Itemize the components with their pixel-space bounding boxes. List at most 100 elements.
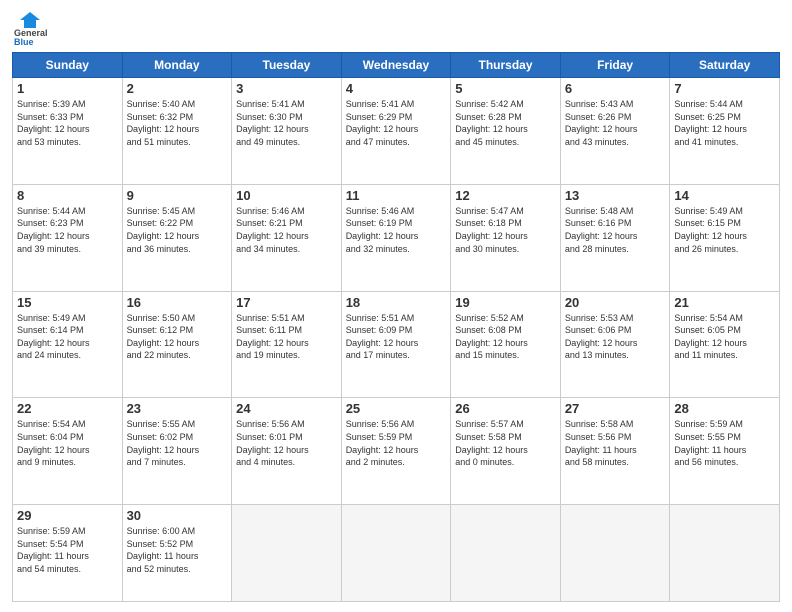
day-number: 19 [455, 295, 556, 310]
day-info: Sunrise: 5:58 AM Sunset: 5:56 PM Dayligh… [565, 418, 666, 468]
calendar-cell: 28 Sunrise: 5:59 AM Sunset: 5:55 PM Dayli… [670, 398, 780, 505]
calendar-cell [232, 505, 342, 602]
day-info: Sunrise: 5:46 AM Sunset: 6:19 PM Dayligh… [346, 205, 447, 255]
header: General Blue [12, 10, 780, 46]
day-number: 3 [236, 81, 337, 96]
day-number: 2 [127, 81, 228, 96]
day-number: 4 [346, 81, 447, 96]
day-number: 16 [127, 295, 228, 310]
day-header-friday: Friday [560, 53, 670, 78]
day-number: 15 [17, 295, 118, 310]
day-info: Sunrise: 5:54 AM Sunset: 6:05 PM Dayligh… [674, 312, 775, 362]
day-number: 1 [17, 81, 118, 96]
day-info: Sunrise: 5:40 AM Sunset: 6:32 PM Dayligh… [127, 98, 228, 148]
day-header-wednesday: Wednesday [341, 53, 451, 78]
day-info: Sunrise: 5:54 AM Sunset: 6:04 PM Dayligh… [17, 418, 118, 468]
day-header-tuesday: Tuesday [232, 53, 342, 78]
day-info: Sunrise: 5:59 AM Sunset: 5:54 PM Dayligh… [17, 525, 118, 575]
day-info: Sunrise: 5:42 AM Sunset: 6:28 PM Dayligh… [455, 98, 556, 148]
day-info: Sunrise: 5:47 AM Sunset: 6:18 PM Dayligh… [455, 205, 556, 255]
day-number: 22 [17, 401, 118, 416]
day-number: 9 [127, 188, 228, 203]
day-number: 13 [565, 188, 666, 203]
day-info: Sunrise: 5:45 AM Sunset: 6:22 PM Dayligh… [127, 205, 228, 255]
calendar-cell: 14 Sunrise: 5:49 AM Sunset: 6:15 PM Dayli… [670, 184, 780, 291]
day-info: Sunrise: 5:51 AM Sunset: 6:09 PM Dayligh… [346, 312, 447, 362]
calendar-cell: 2 Sunrise: 5:40 AM Sunset: 6:32 PM Daylig… [122, 78, 232, 185]
calendar-cell: 25Sunrise: 5:56 AM Sunset: 5:59 PM Dayli… [341, 398, 451, 505]
calendar-cell: 8 Sunrise: 5:44 AM Sunset: 6:23 PM Daylig… [13, 184, 123, 291]
calendar-cell: 21 Sunrise: 5:54 AM Sunset: 6:05 PM Dayli… [670, 291, 780, 398]
calendar-cell: 11Sunrise: 5:46 AM Sunset: 6:19 PM Dayli… [341, 184, 451, 291]
day-info: Sunrise: 5:49 AM Sunset: 6:15 PM Dayligh… [674, 205, 775, 255]
day-info: Sunrise: 5:44 AM Sunset: 6:25 PM Dayligh… [674, 98, 775, 148]
day-info: Sunrise: 5:43 AM Sunset: 6:26 PM Dayligh… [565, 98, 666, 148]
day-number: 29 [17, 508, 118, 523]
day-number: 14 [674, 188, 775, 203]
calendar-cell: 1 Sunrise: 5:39 AM Sunset: 6:33 PM Daylig… [13, 78, 123, 185]
day-info: Sunrise: 5:52 AM Sunset: 6:08 PM Dayligh… [455, 312, 556, 362]
logo: General Blue [12, 10, 48, 46]
day-info: Sunrise: 5:48 AM Sunset: 6:16 PM Dayligh… [565, 205, 666, 255]
day-number: 21 [674, 295, 775, 310]
calendar-week-row: 1 Sunrise: 5:39 AM Sunset: 6:33 PM Daylig… [13, 78, 780, 185]
calendar-week-row: 8 Sunrise: 5:44 AM Sunset: 6:23 PM Daylig… [13, 184, 780, 291]
day-info: Sunrise: 5:49 AM Sunset: 6:14 PM Dayligh… [17, 312, 118, 362]
day-number: 24 [236, 401, 337, 416]
calendar-week-row: 15 Sunrise: 5:49 AM Sunset: 6:14 PM Dayli… [13, 291, 780, 398]
calendar-cell: 5 Sunrise: 5:42 AM Sunset: 6:28 PM Daylig… [451, 78, 561, 185]
calendar-cell: 10 Sunrise: 5:46 AM Sunset: 6:21 PM Dayli… [232, 184, 342, 291]
calendar: SundayMondayTuesdayWednesdayThursdayFrid… [12, 52, 780, 602]
calendar-cell: 9 Sunrise: 5:45 AM Sunset: 6:22 PM Daylig… [122, 184, 232, 291]
calendar-cell: 6Sunrise: 5:43 AM Sunset: 6:26 PM Daylig… [560, 78, 670, 185]
day-number: 10 [236, 188, 337, 203]
calendar-cell: 20Sunrise: 5:53 AM Sunset: 6:06 PM Dayli… [560, 291, 670, 398]
day-number: 30 [127, 508, 228, 523]
day-number: 26 [455, 401, 556, 416]
day-number: 17 [236, 295, 337, 310]
calendar-cell: 24 Sunrise: 5:56 AM Sunset: 6:01 PM Dayli… [232, 398, 342, 505]
calendar-cell: 29 Sunrise: 5:59 AM Sunset: 5:54 PM Dayli… [13, 505, 123, 602]
day-info: Sunrise: 6:00 AM Sunset: 5:52 PM Dayligh… [127, 525, 228, 575]
calendar-cell: 23Sunrise: 5:55 AM Sunset: 6:02 PM Dayli… [122, 398, 232, 505]
calendar-week-row: 22 Sunrise: 5:54 AM Sunset: 6:04 PM Dayli… [13, 398, 780, 505]
day-header-thursday: Thursday [451, 53, 561, 78]
calendar-cell: 19 Sunrise: 5:52 AM Sunset: 6:08 PM Dayli… [451, 291, 561, 398]
day-number: 28 [674, 401, 775, 416]
calendar-cell [560, 505, 670, 602]
calendar-cell: 15 Sunrise: 5:49 AM Sunset: 6:14 PM Dayli… [13, 291, 123, 398]
calendar-week-row: 29 Sunrise: 5:59 AM Sunset: 5:54 PM Dayli… [13, 505, 780, 602]
calendar-cell: 7Sunrise: 5:44 AM Sunset: 6:25 PM Daylig… [670, 78, 780, 185]
calendar-cell: 12 Sunrise: 5:47 AM Sunset: 6:18 PM Dayli… [451, 184, 561, 291]
day-number: 20 [565, 295, 666, 310]
day-info: Sunrise: 5:41 AM Sunset: 6:30 PM Dayligh… [236, 98, 337, 148]
day-number: 18 [346, 295, 447, 310]
day-number: 5 [455, 81, 556, 96]
day-number: 12 [455, 188, 556, 203]
calendar-cell: 16Sunrise: 5:50 AM Sunset: 6:12 PM Dayli… [122, 291, 232, 398]
calendar-cell: 4 Sunrise: 5:41 AM Sunset: 6:29 PM Daylig… [341, 78, 451, 185]
svg-text:Blue: Blue [14, 37, 34, 46]
day-number: 23 [127, 401, 228, 416]
calendar-cell: 27 Sunrise: 5:58 AM Sunset: 5:56 PM Dayli… [560, 398, 670, 505]
day-info: Sunrise: 5:41 AM Sunset: 6:29 PM Dayligh… [346, 98, 447, 148]
calendar-cell: 22 Sunrise: 5:54 AM Sunset: 6:04 PM Dayli… [13, 398, 123, 505]
calendar-cell: 30 Sunrise: 6:00 AM Sunset: 5:52 PM Dayli… [122, 505, 232, 602]
day-info: Sunrise: 5:59 AM Sunset: 5:55 PM Dayligh… [674, 418, 775, 468]
day-info: Sunrise: 5:46 AM Sunset: 6:21 PM Dayligh… [236, 205, 337, 255]
day-info: Sunrise: 5:56 AM Sunset: 6:01 PM Dayligh… [236, 418, 337, 468]
day-info: Sunrise: 5:57 AM Sunset: 5:58 PM Dayligh… [455, 418, 556, 468]
calendar-cell [670, 505, 780, 602]
day-header-sunday: Sunday [13, 53, 123, 78]
day-number: 25 [346, 401, 447, 416]
page: General Blue SundayMondayTuesdayWednesda… [0, 0, 792, 612]
day-number: 27 [565, 401, 666, 416]
calendar-cell: 13 Sunrise: 5:48 AM Sunset: 6:16 PM Dayli… [560, 184, 670, 291]
day-info: Sunrise: 5:44 AM Sunset: 6:23 PM Dayligh… [17, 205, 118, 255]
day-info: Sunrise: 5:51 AM Sunset: 6:11 PM Dayligh… [236, 312, 337, 362]
calendar-cell: 18 Sunrise: 5:51 AM Sunset: 6:09 PM Dayli… [341, 291, 451, 398]
calendar-cell [341, 505, 451, 602]
day-number: 8 [17, 188, 118, 203]
day-info: Sunrise: 5:39 AM Sunset: 6:33 PM Dayligh… [17, 98, 118, 148]
calendar-cell: 3 Sunrise: 5:41 AM Sunset: 6:30 PM Daylig… [232, 78, 342, 185]
